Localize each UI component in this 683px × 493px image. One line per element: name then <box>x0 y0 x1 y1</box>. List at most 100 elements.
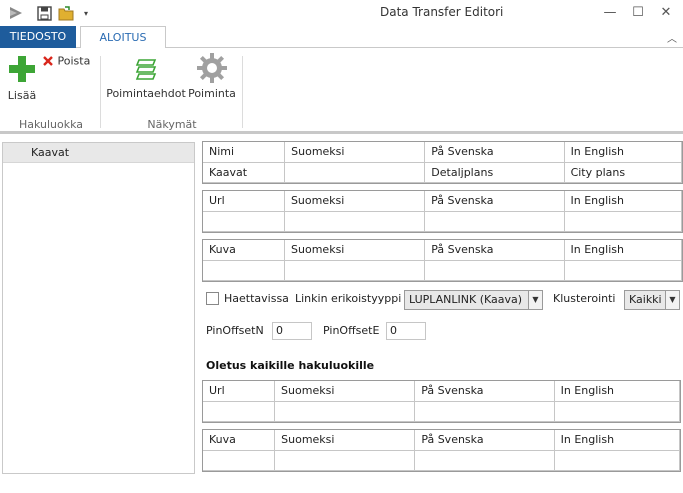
table-cell[interactable] <box>284 161 426 183</box>
column-header: Suomeksi <box>283 191 426 212</box>
clustering-select[interactable]: Kaikki ▼ <box>624 290 680 310</box>
table-cell[interactable] <box>284 259 426 281</box>
table-row: Kaavat Detaljplans City plans <box>203 161 683 183</box>
table-cell[interactable]: Detaljplans <box>424 161 565 183</box>
criteria-button-label: Poimintaehdot <box>106 87 186 100</box>
link-type-label: Linkin erikoistyyppi <box>295 292 402 305</box>
table-cell[interactable] <box>283 210 426 232</box>
x-mark-icon <box>43 56 53 66</box>
table-cell[interactable]: City plans <box>563 161 683 183</box>
link-type-value: LUPLANLINK (Kaava) <box>409 293 523 306</box>
ribbon-tab-bar: TIEDOSTO ALOITUS ︿ <box>0 26 683 49</box>
table-row <box>203 210 682 232</box>
column-header: Suomeksi <box>284 240 426 261</box>
table-cell[interactable] <box>203 210 285 232</box>
table-cell[interactable] <box>414 449 555 471</box>
image-grid: Kuva Suomeksi På Svenska In English <box>202 239 683 282</box>
minimize-button[interactable]: — <box>597 3 623 23</box>
table-cell[interactable] <box>203 400 276 422</box>
plus-icon <box>9 56 35 82</box>
column-header: In English <box>563 191 682 212</box>
clustering-value: Kaikki <box>629 293 662 306</box>
table-header-row: Kuva Suomeksi På Svenska In English <box>203 430 681 451</box>
table-cell[interactable] <box>274 449 416 471</box>
table-cell[interactable] <box>274 400 416 422</box>
table-cell[interactable] <box>553 400 681 422</box>
table-header-row: Kuva Suomeksi På Svenska In English <box>203 240 683 261</box>
layers-icon <box>135 59 157 80</box>
column-header: Nimi <box>203 142 286 163</box>
extract-button-label: Poiminta <box>188 87 236 100</box>
title-bar: ▾ Data Transfer Editori — ☐ ✕ <box>0 0 683 26</box>
table-cell[interactable] <box>553 449 681 471</box>
column-header: Url <box>203 381 276 402</box>
collapse-ribbon-icon[interactable]: ︿ <box>667 30 677 45</box>
column-header: Suomeksi <box>274 430 416 451</box>
pin-offset-n-label: PinOffsetN <box>206 324 264 337</box>
gear-icon <box>197 53 227 83</box>
add-button[interactable]: Lisää <box>4 54 40 102</box>
customize-toolbar-icon[interactable]: ▾ <box>79 4 93 22</box>
default-url-grid: Url Suomeksi På Svenska In English <box>202 380 681 423</box>
pin-offset-e-label: PinOffsetE <box>323 324 380 337</box>
chevron-down-icon: ▼ <box>665 291 679 309</box>
column-header: Suomeksi <box>284 142 426 163</box>
table-cell[interactable] <box>414 400 555 422</box>
group-label-nakymat: Näkymät <box>147 118 197 131</box>
table-header-row: Url Suomeksi På Svenska In English <box>203 381 681 402</box>
criteria-button[interactable]: Poimintaehdot <box>106 56 186 100</box>
maximize-button[interactable]: ☐ <box>625 3 651 23</box>
remove-button[interactable]: Poista <box>42 54 98 68</box>
table-cell[interactable] <box>203 449 276 471</box>
column-header: In English <box>553 381 681 402</box>
ribbon: Lisää Poista Hakuluokka Poimintaehdot Po… <box>0 48 683 134</box>
column-header: På Svenska <box>424 142 565 163</box>
column-header: På Svenska <box>424 191 565 212</box>
table-header-row: Url Suomeksi På Svenska In English <box>203 191 682 212</box>
table-row <box>203 449 681 471</box>
table-cell[interactable]: Kaavat <box>203 161 286 183</box>
column-header: Kuva <box>203 430 276 451</box>
save-icon[interactable] <box>34 4 54 22</box>
search-class-list: Kaavat <box>2 142 195 474</box>
extract-button[interactable]: Poiminta <box>186 52 238 100</box>
table-row <box>203 259 683 281</box>
table-row <box>203 400 681 422</box>
table-cell[interactable] <box>563 210 682 232</box>
open-folder-icon[interactable] <box>56 4 76 22</box>
app-logo-icon <box>6 4 26 22</box>
clustering-label: Klusterointi <box>553 292 616 305</box>
pin-offset-e-input[interactable]: 0 <box>386 322 426 340</box>
table-cell[interactable] <box>424 259 565 281</box>
column-header: Suomeksi <box>274 381 416 402</box>
default-image-grid: Kuva Suomeksi På Svenska In English <box>202 429 681 472</box>
searchable-checkbox[interactable] <box>206 292 219 305</box>
column-header: Url <box>203 191 285 212</box>
ribbon-separator <box>100 56 101 128</box>
searchable-label: Haettavissa <box>224 292 289 305</box>
table-cell[interactable] <box>203 259 286 281</box>
window-title: Data Transfer Editori <box>380 5 504 19</box>
remove-button-label: Poista <box>57 54 91 68</box>
table-cell[interactable] <box>424 210 565 232</box>
table-cell[interactable] <box>563 259 683 281</box>
tab-file[interactable]: TIEDOSTO <box>0 26 76 48</box>
add-button-label: Lisää <box>7 89 37 102</box>
column-header: Kuva <box>203 240 286 261</box>
link-type-select[interactable]: LUPLANLINK (Kaava) ▼ <box>404 290 543 310</box>
ribbon-separator <box>242 56 243 128</box>
column-header: In English <box>563 240 683 261</box>
name-grid: Nimi Suomeksi På Svenska In English Kaav… <box>202 141 683 184</box>
url-grid: Url Suomeksi På Svenska In English <box>202 190 683 233</box>
list-item[interactable]: Kaavat <box>3 143 194 163</box>
column-header: In English <box>553 430 681 451</box>
table-header-row: Nimi Suomeksi På Svenska In English <box>203 142 683 163</box>
group-label-hakuluokka: Hakuluokka <box>18 118 84 131</box>
close-button[interactable]: ✕ <box>653 3 679 23</box>
pin-offset-n-input[interactable]: 0 <box>272 322 312 340</box>
column-header: På Svenska <box>414 430 555 451</box>
defaults-section-title: Oletus kaikille hakuluokille <box>206 359 375 372</box>
tab-home[interactable]: ALOITUS <box>80 26 166 49</box>
chevron-down-icon: ▼ <box>528 291 542 309</box>
column-header: In English <box>563 142 683 163</box>
